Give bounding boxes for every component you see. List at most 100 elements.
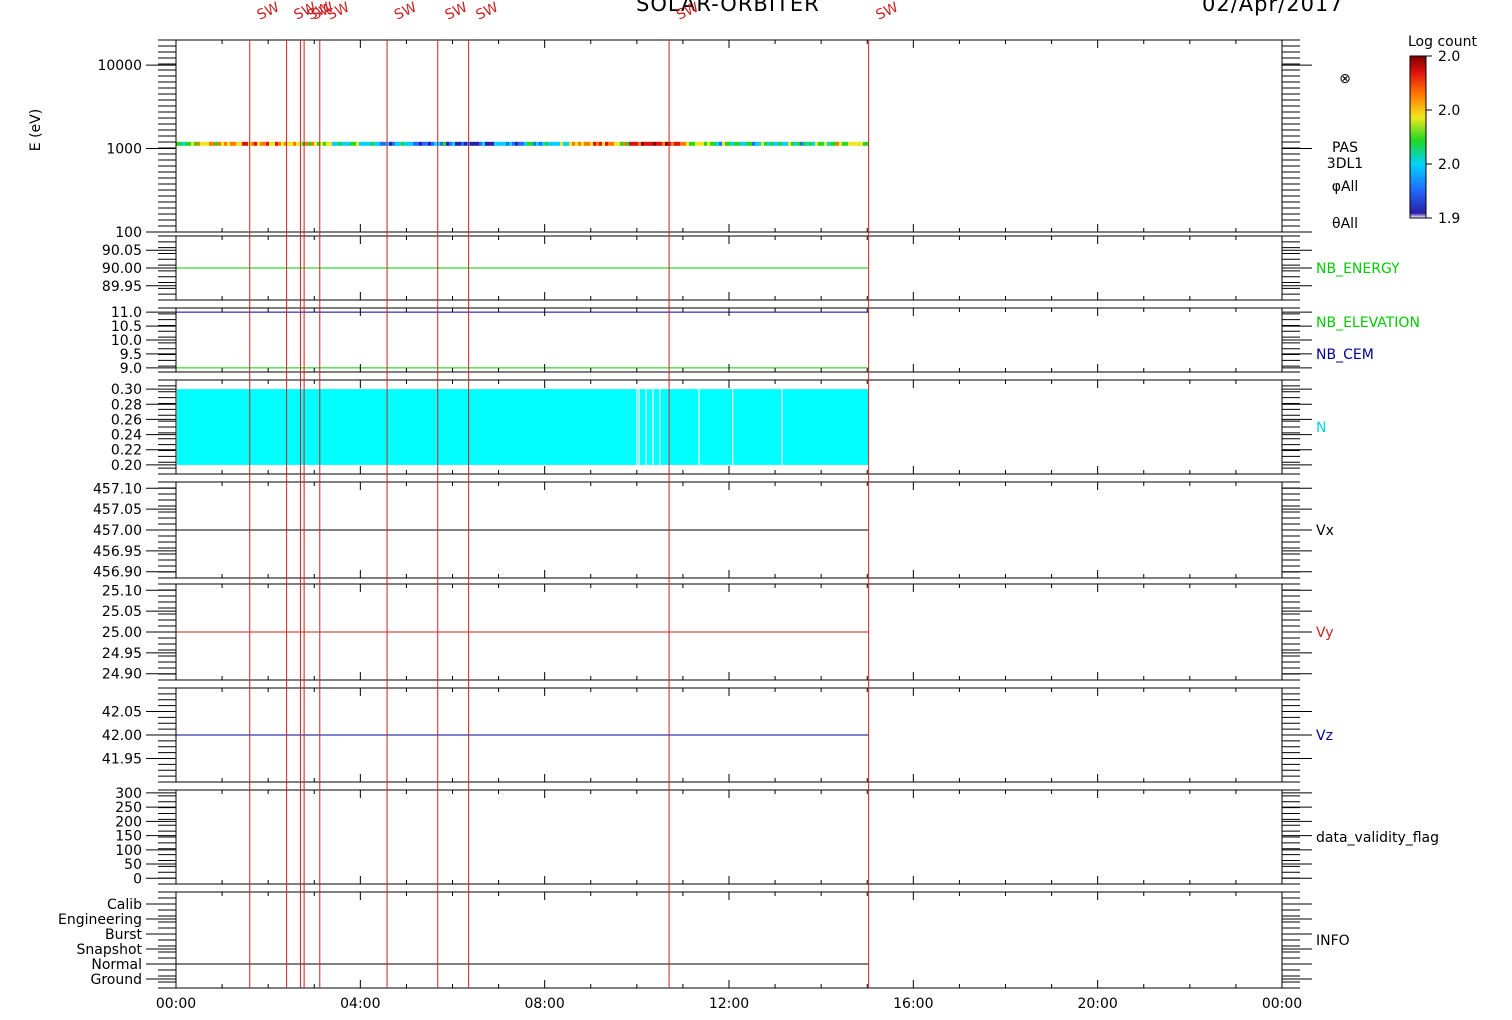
spectrogram-cell <box>692 141 695 146</box>
y-tick-label: 0.28 <box>111 397 142 413</box>
spectrogram-cell <box>560 141 563 146</box>
colorbar-tick-label: 1.9 <box>1438 211 1460 227</box>
spectrogram-cell <box>665 141 668 146</box>
spectrogram-cell <box>602 141 605 146</box>
spectrogram-cell <box>818 141 821 146</box>
spectrogram-cell <box>851 141 854 146</box>
spectrogram-cell <box>332 141 335 146</box>
y-tick-label: 89.95 <box>102 279 142 295</box>
spectrogram-cell <box>599 141 602 146</box>
spectrogram-cell <box>338 141 341 146</box>
spectrogram-cell <box>254 141 257 146</box>
y-tick-label: 25.10 <box>102 583 142 599</box>
spectrogram-cell <box>410 141 413 146</box>
spectrogram-cell <box>356 141 359 146</box>
spectrogram-cell <box>494 141 497 146</box>
panel-ticks-pas-spectrogram <box>158 39 1300 233</box>
spectrogram-cell <box>839 141 842 146</box>
spectrogram-cell <box>854 141 857 146</box>
spectrogram-cell <box>401 141 404 146</box>
spectrogram-cell <box>836 141 839 146</box>
spectrogram-cell <box>740 141 743 146</box>
spectrogram-cell <box>572 141 575 146</box>
spectrogram-cell <box>650 141 653 146</box>
spectrogram-cell <box>827 141 830 146</box>
spectrogram-cell <box>503 141 506 146</box>
panel-frame-nb-elevation-cem <box>175 307 1283 373</box>
spectrogram-cell <box>734 141 737 146</box>
spectrogram-cell <box>860 141 863 146</box>
spectrogram-cell <box>620 141 623 146</box>
spectrogram-cell <box>791 141 794 146</box>
y-tick-label: 24.95 <box>102 646 142 662</box>
spectrogram-cell <box>350 141 353 146</box>
spectrogram-cell <box>848 141 851 146</box>
spectrogram-cell <box>704 141 707 146</box>
spectrogram-cell <box>449 141 452 146</box>
panel-frame-pas-spectrogram <box>175 39 1283 233</box>
spectrogram-cell <box>380 141 383 146</box>
spectrogram-cell <box>758 141 761 146</box>
spectrogram-cell <box>719 141 722 146</box>
panel-label-n: N <box>1316 420 1326 436</box>
time-tick-label: 16:00 <box>893 996 933 1012</box>
spectrogram-cell <box>647 141 650 146</box>
spectrogram-cell <box>788 141 791 146</box>
spectrogram-cell <box>266 141 269 146</box>
y-tick-label: 0.22 <box>111 443 142 459</box>
spectrogram-cell <box>506 141 509 146</box>
spectrogram-cell <box>344 141 347 146</box>
spectrogram-cell <box>824 141 827 146</box>
y-tick-label: 90.05 <box>102 243 142 259</box>
spectrogram-cell <box>683 141 686 146</box>
spectrogram-cell <box>326 141 329 146</box>
spectrogram-cell <box>236 141 239 146</box>
spectrogram-cell <box>629 141 632 146</box>
spectrogram-cell <box>833 141 836 146</box>
time-tick-label: 00:00 <box>1262 996 1302 1012</box>
spectrogram-cell <box>419 141 422 146</box>
spectrogram-cell <box>638 141 641 146</box>
y-tick-label: 457.05 <box>93 502 142 518</box>
spectrogram-cell <box>242 141 245 146</box>
panel-ticks-data-validity <box>158 789 1300 885</box>
spectrogram-cell <box>476 141 479 146</box>
spectrogram-cell <box>713 141 716 146</box>
spectrogram-cell <box>539 141 542 146</box>
time-tick-label: 08:00 <box>524 996 564 1012</box>
spectrogram-cell <box>830 141 833 146</box>
panel-frame-info <box>175 891 1283 989</box>
spectrogram-cell <box>728 141 731 146</box>
spectrogram-cell <box>743 141 746 146</box>
spectrogram-cell <box>191 141 194 146</box>
spectrogram-cell <box>587 141 590 146</box>
panel-label--all: φAll <box>1332 179 1359 195</box>
spectrogram-cell <box>290 141 293 146</box>
spectrogram-cell <box>725 141 728 146</box>
spectrogram-cell <box>440 141 443 146</box>
spectrogram-cell <box>278 141 281 146</box>
spectrogram-cell <box>857 141 860 146</box>
spectrogram-cell <box>671 141 674 146</box>
panel-label-data-validity-flag: data_validity_flag <box>1316 830 1439 846</box>
spectrogram-cell <box>614 141 617 146</box>
spectrogram-cell <box>590 141 593 146</box>
spectrogram-cell <box>359 141 362 146</box>
spectrogram-cell <box>569 141 572 146</box>
spectrogram-cell <box>458 141 461 146</box>
spectrogram-cell <box>305 141 308 146</box>
spectrogram-cell <box>404 141 407 146</box>
spectrogram-cell <box>245 141 248 146</box>
spectrogram-cell <box>200 141 203 146</box>
spectrogram-cell <box>482 141 485 146</box>
spectrogram-cell <box>383 141 386 146</box>
spectrogram-cell <box>551 141 554 146</box>
y-tick-label: Snapshot <box>77 942 143 958</box>
series-n <box>177 389 869 465</box>
y-tick-label: 41.95 <box>102 752 142 768</box>
panel-label-nb-elevation: NB_ELEVATION <box>1316 315 1420 331</box>
spectrogram-cell <box>251 141 254 146</box>
y-tick-label: 100 <box>115 225 142 241</box>
spectrogram-cell <box>446 141 449 146</box>
spectrogram-cell <box>311 141 314 146</box>
